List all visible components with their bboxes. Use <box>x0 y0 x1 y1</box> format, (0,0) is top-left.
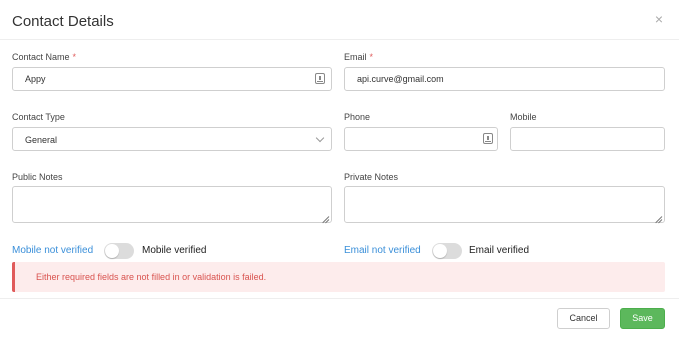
contact-details-dialog: Contact Details × Contact Name* Email* C… <box>0 0 679 343</box>
contact-name-label: Contact Name * <box>12 52 77 62</box>
phone-label: Phone <box>344 112 371 122</box>
phone-input[interactable] <box>344 127 498 151</box>
cancel-button[interactable]: Cancel <box>557 308 610 329</box>
contact-type-value: General <box>25 135 58 145</box>
contact-type-select[interactable]: General <box>12 127 332 151</box>
contact-card-icon[interactable] <box>315 73 325 84</box>
resize-handle-icon[interactable] <box>655 213 662 220</box>
private-notes-label: Private Notes <box>344 172 399 182</box>
email-input[interactable] <box>344 67 665 91</box>
contact-name-input[interactable] <box>12 67 332 91</box>
email-verified-toggle[interactable] <box>432 243 462 259</box>
email-verified-label: Email verified <box>469 245 530 256</box>
mobile-label: Mobile <box>510 112 537 122</box>
dialog-header: Contact Details × <box>0 0 679 40</box>
public-notes-textarea[interactable] <box>12 186 332 223</box>
save-button[interactable]: Save <box>620 308 665 329</box>
dialog-title: Contact Details <box>12 13 114 30</box>
private-notes-textarea[interactable] <box>344 186 665 223</box>
footer-divider <box>0 298 679 299</box>
email-label: Email * <box>344 52 374 62</box>
email-not-verified-link[interactable]: Email not verified <box>344 245 421 256</box>
required-mark: * <box>72 52 77 62</box>
chevron-down-icon <box>315 133 325 143</box>
mobile-not-verified-link[interactable]: Mobile not verified <box>12 245 93 256</box>
alert-message: Either required fields are not filled in… <box>36 272 267 282</box>
required-mark: * <box>369 52 374 62</box>
toggle-knob <box>433 244 447 258</box>
mobile-verified-toggle[interactable] <box>104 243 134 259</box>
public-notes-label: Public Notes <box>12 172 63 182</box>
close-icon[interactable]: × <box>652 12 666 26</box>
mobile-verified-label: Mobile verified <box>142 245 207 256</box>
resize-handle-icon[interactable] <box>322 213 329 220</box>
toggle-knob <box>105 244 119 258</box>
validation-error-alert: Either required fields are not filled in… <box>12 262 665 292</box>
contact-type-label: Contact Type <box>12 112 65 122</box>
contact-card-icon[interactable] <box>483 133 493 144</box>
mobile-input[interactable] <box>510 127 665 151</box>
